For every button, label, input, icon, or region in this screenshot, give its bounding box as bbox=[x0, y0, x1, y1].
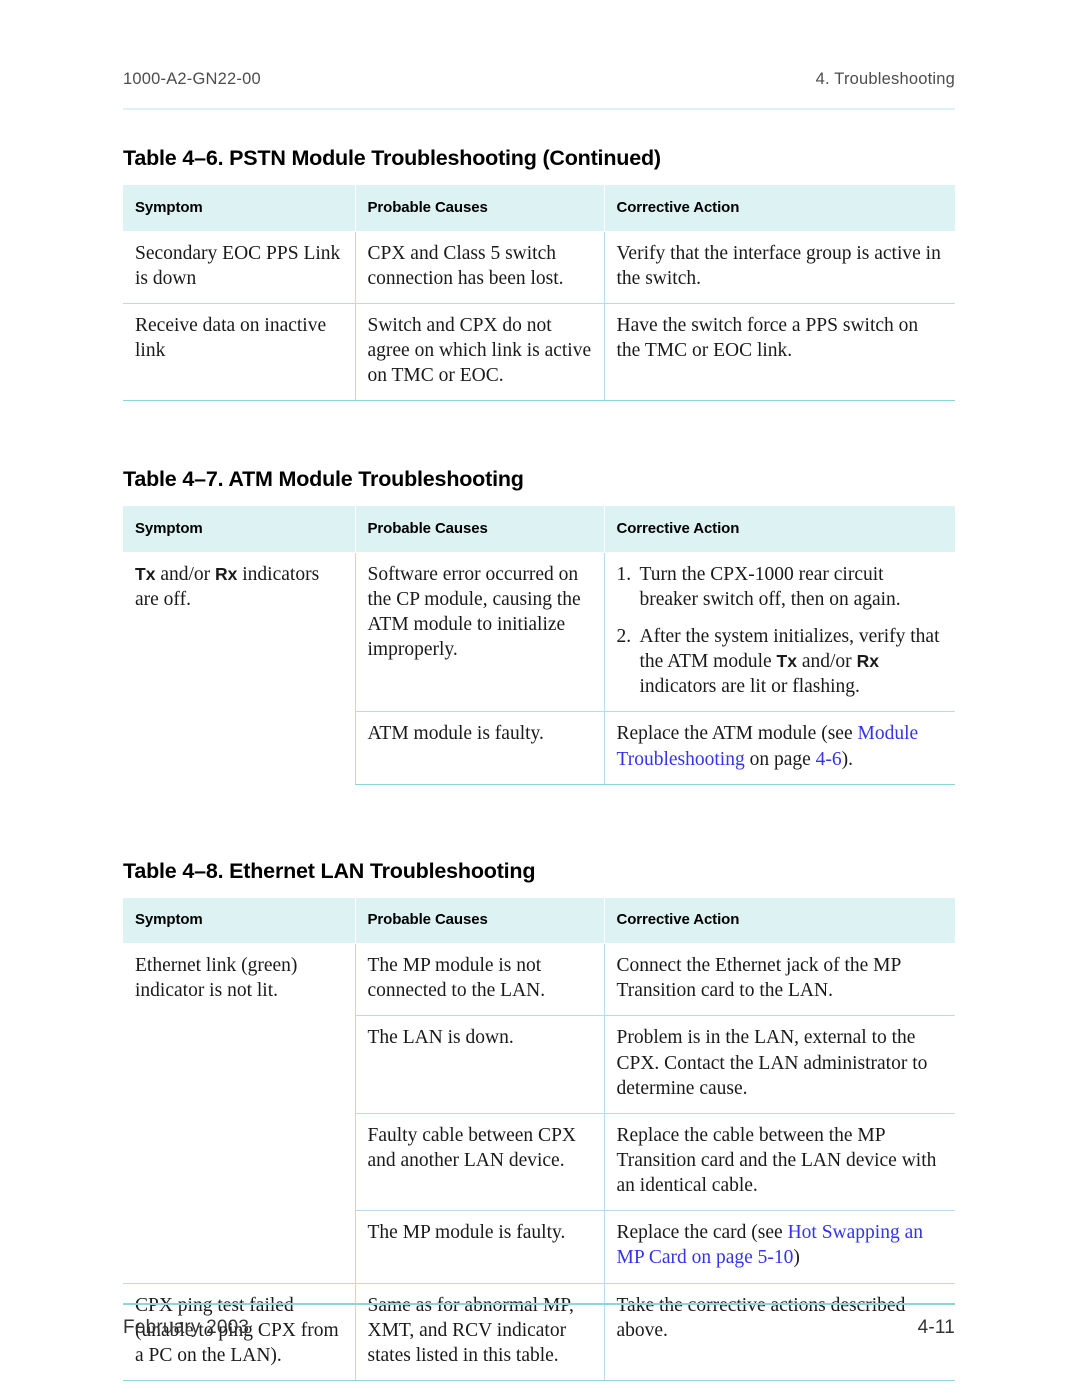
table-4-6-header: Symptom Probable Causes Corrective Actio… bbox=[123, 185, 955, 231]
page-footer: February 2003 4-11 bbox=[123, 1317, 955, 1339]
cell-action: Connect the Ethernet jack of the MP Tran… bbox=[603, 943, 955, 1016]
table-4-7: Symptom Probable Causes Corrective Actio… bbox=[123, 506, 955, 785]
table-4-7-body: Tx and/or Rx indicators are off. Softwar… bbox=[123, 552, 955, 785]
column-header-symptom: Symptom bbox=[123, 506, 355, 553]
column-header-corrective-action: Corrective Action bbox=[603, 897, 955, 944]
table-4-6: Symptom Probable Causes Corrective Actio… bbox=[123, 185, 955, 402]
table-caption-4-6: Table 4–6. PSTN Module Troubleshooting (… bbox=[123, 146, 661, 170]
indicator-tx-label: Tx bbox=[135, 563, 156, 584]
table-4-8-body: Ethernet link (green) indicator is not l… bbox=[123, 943, 955, 1382]
cell-symptom: Ethernet link (green) indicator is not l… bbox=[135, 955, 298, 1002]
cell-action: Problem is in the LAN, external to the C… bbox=[603, 1015, 955, 1114]
page-reference-link[interactable]: 4-6 bbox=[816, 749, 842, 770]
cell-cause: The MP module is not connected to the LA… bbox=[354, 943, 604, 1016]
cell-symptom: Receive data on inactive link bbox=[123, 302, 355, 402]
cell-cause: ATM module is faulty. bbox=[354, 711, 604, 785]
cell-action: Verify that the interface group is activ… bbox=[603, 231, 955, 304]
action-text-mid: on page bbox=[744, 748, 816, 770]
table-row: Receive data on inactive link Switch and… bbox=[123, 302, 955, 402]
table-4-7-header: Symptom Probable Causes Corrective Actio… bbox=[123, 506, 955, 553]
cell-action: Replace the cable between the MP Transit… bbox=[603, 1112, 955, 1211]
footer-rule bbox=[123, 1303, 955, 1305]
running-head: 1000-A2-GN22-00 4. Troubleshooting bbox=[123, 70, 955, 89]
table-header-row: Symptom Probable Causes Corrective Actio… bbox=[123, 897, 955, 944]
step-text-post: indicators are lit or flashing. bbox=[639, 676, 860, 698]
table-4-6-body: Secondary EOC PPS Link is down CPX and C… bbox=[123, 231, 955, 402]
cell-cause: The LAN is down. bbox=[354, 1015, 604, 1114]
table-4-8: Symptom Probable Causes Corrective Actio… bbox=[123, 897, 955, 1382]
action-text-post: ). bbox=[841, 748, 854, 770]
table-caption-4-7: Table 4–7. ATM Module Troubleshooting bbox=[123, 467, 524, 492]
column-header-probable-causes: Probable Causes bbox=[354, 185, 604, 231]
list-item: 1. Turn the CPX-1000 rear circuit breaker… bbox=[617, 562, 944, 612]
action-text-post: ) bbox=[793, 1247, 800, 1269]
table-header-row: Symptom Probable Causes Corrective Actio… bbox=[123, 506, 955, 553]
document-number: 1000-A2-GN22-00 bbox=[123, 70, 261, 88]
cell-cause: Software error occurred on the CP module… bbox=[354, 552, 604, 712]
column-header-corrective-action: Corrective Action bbox=[603, 506, 955, 553]
corrective-action-steps: 1. Turn the CPX-1000 rear circuit breaker… bbox=[617, 562, 944, 700]
list-item: 2. After the system initializes, verify t… bbox=[617, 624, 944, 699]
table-row: Secondary EOC PPS Link is down CPX and C… bbox=[123, 231, 955, 304]
cell-action: 1. Turn the CPX-1000 rear circuit breaker… bbox=[603, 552, 955, 712]
indicator-rx-label: Rx bbox=[856, 651, 879, 672]
action-text-pre: Replace the card (see bbox=[616, 1222, 788, 1244]
page-content: Table 4–6. PSTN Module Troubleshooting (… bbox=[123, 146, 955, 1382]
step-number: 2. bbox=[616, 625, 632, 647]
indicator-tx-label: Tx bbox=[776, 651, 797, 672]
publication-date: February 2003 bbox=[123, 1317, 250, 1338]
column-header-corrective-action: Corrective Action bbox=[603, 185, 955, 231]
table-row: Ethernet link (green) indicator is not l… bbox=[123, 943, 955, 1016]
cell-symptom: Tx and/or Rx indicators are off. bbox=[123, 552, 355, 784]
running-head-rule bbox=[123, 108, 955, 110]
step-number: 1. bbox=[616, 563, 632, 585]
column-header-symptom: Symptom bbox=[123, 185, 355, 231]
indicator-rx-label: Rx bbox=[215, 563, 238, 584]
column-header-probable-causes: Probable Causes bbox=[354, 897, 604, 944]
symptom-mid-text: and/or bbox=[155, 563, 216, 585]
cell-action: Replace the card (see Hot Swapping an MP… bbox=[603, 1210, 955, 1284]
table-4-8-header: Symptom Probable Causes Corrective Actio… bbox=[123, 897, 955, 944]
column-header-symptom: Symptom bbox=[123, 897, 355, 944]
document-page: 1000-A2-GN22-00 4. Troubleshooting Table… bbox=[0, 0, 1080, 1397]
column-header-probable-causes: Probable Causes bbox=[354, 506, 604, 553]
cell-action: Have the switch force a PPS switch on th… bbox=[603, 302, 955, 402]
cell-cause: CPX and Class 5 switch connection has be… bbox=[354, 231, 604, 304]
table-caption-4-8: Table 4–8. Ethernet LAN Troubleshooting bbox=[123, 858, 536, 883]
cell-symptom: Secondary EOC PPS Link is down bbox=[135, 242, 341, 289]
cell-cause: The MP module is faulty. bbox=[354, 1210, 604, 1284]
table-header-row: Symptom Probable Causes Corrective Actio… bbox=[123, 185, 955, 231]
step-text-mid: and/or bbox=[796, 651, 857, 673]
step-text: Turn the CPX-1000 rear circuit breaker s… bbox=[639, 563, 901, 610]
page-number: 4-11 bbox=[917, 1317, 955, 1338]
cell-cause: Faulty cable between CPX and another LAN… bbox=[354, 1112, 604, 1211]
action-text-pre: Replace the ATM module (see bbox=[616, 723, 858, 745]
chapter-label: 4. Troubleshooting bbox=[815, 70, 955, 88]
table-row: Tx and/or Rx indicators are off. Softwar… bbox=[123, 552, 955, 712]
cell-action: Replace the ATM module (see Module Troub… bbox=[603, 711, 955, 785]
cell-cause: Switch and CPX do not agree on which lin… bbox=[354, 302, 604, 402]
